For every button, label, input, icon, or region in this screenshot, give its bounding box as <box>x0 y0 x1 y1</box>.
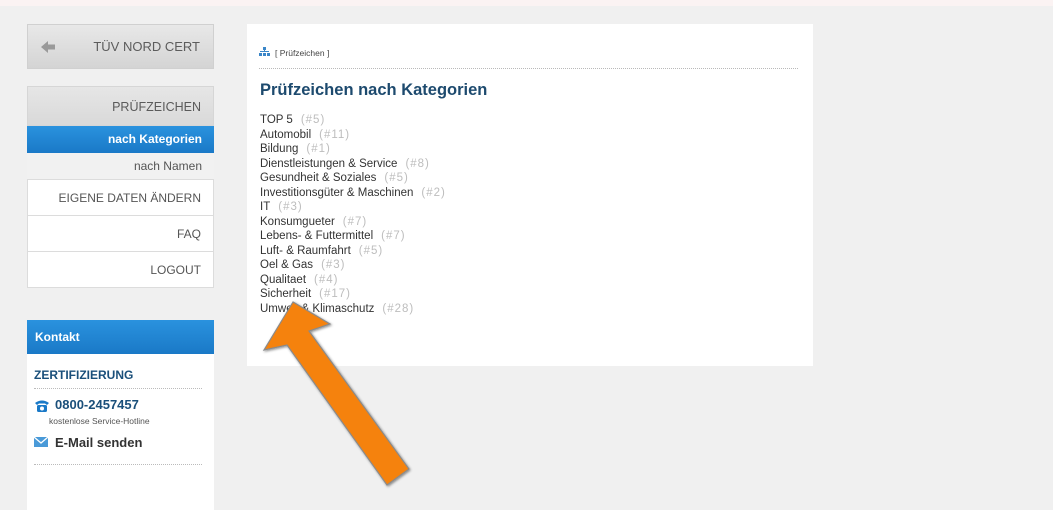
category-name[interactable]: IT <box>260 201 270 213</box>
category-item[interactable]: TOP 5 (#5) <box>260 113 446 128</box>
category-item[interactable]: Investitionsgüter & Maschinen (#2) <box>260 186 446 201</box>
category-name[interactable]: Lebens- & Futtermittel <box>260 230 373 242</box>
nav-header-pruefzeichen[interactable]: PRÜFZEICHEN <box>27 86 214 126</box>
arrow-left-icon <box>41 41 55 53</box>
category-item[interactable]: Sicherheit (#17) <box>260 287 446 302</box>
category-count: (#17) <box>319 288 351 300</box>
breadcrumb: [ Prüfzeichen ] <box>259 45 798 69</box>
contact-box: Kontakt ZERTIFIZIERUNG 0800-2457457 kost… <box>27 320 214 510</box>
content-panel: [ Prüfzeichen ] Prüfzeichen nach Kategor… <box>247 24 813 366</box>
category-item[interactable]: Dienstleistungen & Service (#8) <box>260 157 446 172</box>
category-count: (#5) <box>358 244 384 257</box>
section-title-zertifizierung: ZERTIFIZIERUNG <box>34 368 202 389</box>
category-name[interactable]: Qualitaet <box>260 274 306 286</box>
mail-icon <box>34 437 48 447</box>
nav-item-nach-namen[interactable]: nach Namen <box>27 153 214 180</box>
category-name[interactable]: Konsumgueter <box>260 216 335 228</box>
category-name[interactable]: Oel & Gas <box>260 259 313 271</box>
sitemap-icon <box>259 47 270 56</box>
category-count: (#4) <box>314 273 339 286</box>
nav-item-nach-kategorien[interactable]: nach Kategorien <box>27 126 214 153</box>
category-name[interactable]: Bildung <box>260 143 298 155</box>
category-name[interactable]: Sicherheit <box>260 288 311 300</box>
category-item[interactable]: Konsumgueter (#7) <box>260 215 446 230</box>
category-item[interactable]: IT (#3) <box>260 200 446 215</box>
category-list: TOP 5 (#5) Automobil (#11) Bildung (#1) Dienst… <box>260 113 446 316</box>
category-count: (#2) <box>421 186 446 199</box>
category-count: (#7) <box>381 230 406 242</box>
nav-item-eigene-daten-aendern[interactable]: EIGENE DATEN ÄNDERN <box>27 180 214 216</box>
category-name[interactable]: Automobil <box>260 129 311 141</box>
nav-item-logout[interactable]: LOGOUT <box>27 252 214 288</box>
category-count: (#8) <box>405 157 430 170</box>
category-item[interactable]: Qualitaet (#4) <box>260 273 446 288</box>
phone-row: 0800-2457457 <box>34 397 202 419</box>
back-to-tuv-nord-cert[interactable]: TÜV NORD CERT <box>27 24 214 69</box>
category-count: (#11) <box>319 128 351 141</box>
category-name[interactable]: Luft- & Raumfahrt <box>260 245 351 257</box>
category-count: (#3) <box>321 259 346 271</box>
category-item[interactable]: Gesundheit & Soziales (#5) <box>260 171 446 186</box>
category-count: (#3) <box>278 201 303 213</box>
category-name[interactable]: Investitionsgüter & Maschinen <box>260 187 413 199</box>
category-name[interactable]: TOP 5 <box>260 114 293 126</box>
category-item[interactable]: Umwelt & Klimaschutz (#28) <box>260 302 446 317</box>
category-count: (#5) <box>384 172 409 184</box>
category-name[interactable]: Gesundheit & Soziales <box>260 172 376 184</box>
category-item[interactable]: Bildung (#1) <box>260 142 446 157</box>
email-row[interactable]: E-Mail senden <box>34 434 202 465</box>
category-item[interactable]: Oel & Gas (#3) <box>260 258 446 273</box>
breadcrumb-text[interactable]: [ Prüfzeichen ] <box>275 48 329 58</box>
phone-icon <box>35 400 49 412</box>
category-item[interactable]: Lebens- & Futtermittel (#7) <box>260 229 446 244</box>
category-name[interactable]: Dienstleistungen & Service <box>260 158 397 170</box>
category-name[interactable]: Umwelt & Klimaschutz <box>260 303 374 315</box>
top-strip <box>0 0 1053 6</box>
side-nav: PRÜFZEICHEN nach Kategorien nach Namen E… <box>27 86 214 288</box>
category-count: (#5) <box>300 114 326 126</box>
back-label: TÜV NORD CERT <box>93 39 200 54</box>
phone-number[interactable]: 0800-2457457 <box>55 397 139 412</box>
category-item[interactable]: Automobil (#11) <box>260 128 446 143</box>
contact-header: Kontakt <box>27 320 214 354</box>
category-count: (#7) <box>342 215 368 228</box>
email-link[interactable]: E-Mail senden <box>55 435 142 450</box>
nav-item-faq[interactable]: FAQ <box>27 216 214 252</box>
page-title: Prüfzeichen nach Kategorien <box>260 81 488 99</box>
category-count: (#1) <box>306 143 331 155</box>
category-count: (#28) <box>382 302 415 315</box>
category-item[interactable]: Luft- & Raumfahrt (#5) <box>260 244 446 259</box>
